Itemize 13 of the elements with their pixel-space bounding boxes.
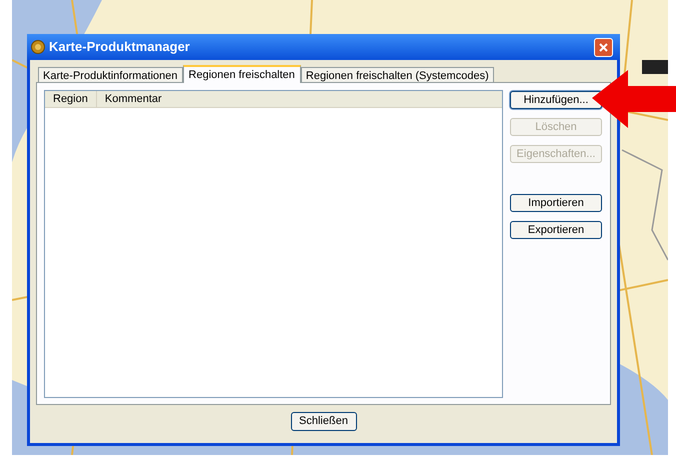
- close-icon: [599, 42, 608, 52]
- column-header[interactable]: Kommentar: [96, 91, 502, 107]
- app-icon: [31, 40, 45, 54]
- close-dialog-button[interactable]: Schließen: [290, 412, 356, 431]
- tab[interactable]: Karte-Produktinformationen: [38, 67, 183, 82]
- column-header[interactable]: Region: [45, 91, 97, 107]
- action-button[interactable]: Exportieren: [510, 221, 602, 239]
- window-title: Karte-Produktmanager: [49, 38, 191, 56]
- action-button[interactable]: Hinzufügen...: [510, 91, 602, 109]
- tab[interactable]: Regionen freischalten: [182, 65, 301, 83]
- action-button[interactable]: Importieren: [510, 194, 602, 212]
- close-button[interactable]: [594, 38, 613, 56]
- tab[interactable]: Regionen freischalten (Systemcodes): [300, 67, 494, 82]
